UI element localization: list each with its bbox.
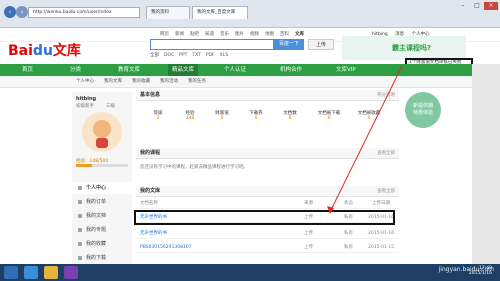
watermark: jingyan.baidu.com [438, 266, 494, 273]
taskbar: 17:49 2015/1/16 [0, 264, 500, 281]
folder-icon[interactable] [44, 266, 58, 279]
start-icon[interactable] [4, 266, 18, 279]
onenote-icon[interactable] [64, 266, 78, 279]
ie-icon[interactable] [24, 266, 38, 279]
annotation-arrow [327, 65, 403, 214]
